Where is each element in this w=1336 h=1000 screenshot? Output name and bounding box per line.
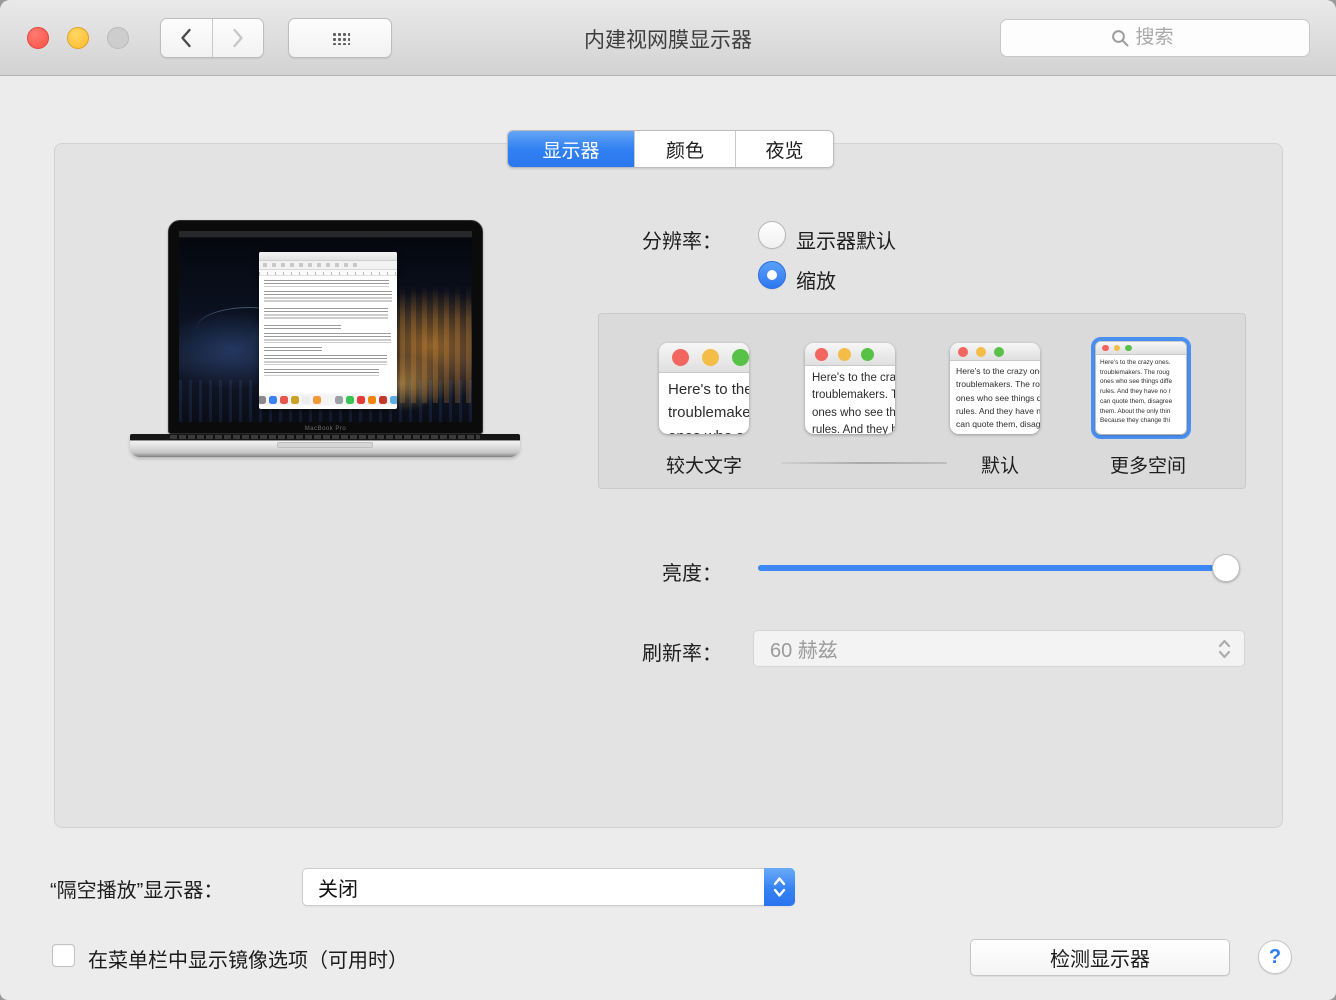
tab-night-shift[interactable]: 夜览: [735, 131, 833, 167]
traffic-green-icon: [994, 347, 1004, 357]
traffic-green-icon: [732, 349, 749, 366]
radio-default-for-display[interactable]: [758, 221, 786, 249]
traffic-red-icon: [815, 348, 828, 361]
search-field[interactable]: [1000, 19, 1310, 57]
popup-button-cap[interactable]: [764, 868, 795, 906]
mini-window-titlebar: [1096, 342, 1186, 355]
label-default: 默认: [950, 451, 1050, 478]
macbook-preview: MacBook Pro: [130, 212, 520, 460]
traffic-red-icon: [1102, 345, 1109, 352]
scale-option-2[interactable]: Here's to the crazy ones.troublemakers. …: [805, 343, 895, 434]
chevron-left-icon: [178, 27, 194, 49]
mini-doc-toolbar: [259, 261, 397, 270]
mini-window-text: Here's to the crazy ones.troublemakers. …: [1096, 355, 1186, 426]
label-more-space: 更多空间: [1080, 451, 1216, 478]
search-input[interactable]: [1136, 27, 1200, 49]
macbook-base: [130, 434, 520, 457]
resolution-label: 分辨率：: [500, 225, 722, 254]
label-larger-text: 较大文字: [652, 451, 756, 478]
traffic-red-icon: [672, 349, 689, 366]
help-button[interactable]: ?: [1258, 940, 1292, 974]
back-button[interactable]: [161, 19, 213, 57]
airplay-label: “隔空播放”显示器：: [50, 874, 295, 903]
stepper-chevrons-icon: [1217, 637, 1232, 661]
tab-color[interactable]: 颜色: [634, 131, 735, 167]
close-button[interactable]: [27, 27, 49, 49]
tab-bar: 显示器 颜色 夜览: [507, 130, 834, 168]
traffic-red-icon: [958, 347, 968, 357]
scale-option-more-space-selected[interactable]: Here's to the crazy ones.troublemakers. …: [1091, 337, 1191, 439]
brightness-slider-thumb[interactable]: [1212, 554, 1240, 582]
titlebar: 内建视网膜显示器: [0, 0, 1336, 76]
traffic-yellow-icon: [1114, 345, 1121, 352]
minimize-button[interactable]: [67, 27, 89, 49]
scale-option-default[interactable]: Here's to the crazy ones.troublemakers. …: [950, 343, 1040, 434]
brightness-slider-fill: [758, 565, 1240, 571]
document-text-lines: [259, 276, 397, 384]
refresh-rate-select-disabled: 60 赫兹: [753, 630, 1245, 667]
search-icon: [1111, 29, 1130, 48]
mini-document-window: [259, 252, 397, 409]
refresh-rate-value: 60 赫兹: [754, 634, 838, 663]
airplay-select[interactable]: 关闭: [302, 868, 795, 906]
scale-divider-line: [781, 462, 947, 464]
stepper-chevrons-icon: [772, 874, 787, 900]
detect-displays-button[interactable]: 检测显示器: [970, 939, 1230, 976]
mini-window: Here's to the crazy ones.troublemakers. …: [1096, 342, 1186, 434]
mini-window-text: Here's to the crazy ones.troublemakers. …: [659, 373, 749, 434]
traffic-yellow-icon: [838, 348, 851, 361]
traffic-yellow-icon: [976, 347, 986, 357]
dock-icons: [259, 393, 397, 406]
grid-icon: [331, 31, 350, 45]
zoom-button-disabled: [107, 27, 129, 49]
show-all-button[interactable]: [288, 18, 392, 58]
tab-display[interactable]: 显示器: [508, 131, 634, 167]
macbook-trackpad: [277, 442, 373, 448]
mini-window-titlebar: [659, 343, 749, 373]
wallpaper: [179, 231, 472, 422]
traffic-green-icon: [1125, 345, 1132, 352]
macbook-keyboard: [170, 435, 480, 439]
mini-menubar: [179, 231, 472, 238]
traffic-yellow-icon: [702, 349, 719, 366]
mini-doc-titlebar: [259, 252, 397, 261]
navigation-buttons: [160, 18, 264, 58]
radio-scaled[interactable]: [758, 261, 786, 289]
refresh-rate-label: 刷新率：: [560, 637, 722, 666]
radio-scaled-label: 缩放: [796, 265, 836, 294]
system-preferences-window: 内建视网膜显示器 显示器 颜色 夜览: [0, 0, 1336, 1000]
scale-option-larger-text[interactable]: Here's to the crazy ones.troublemakers. …: [659, 343, 749, 434]
airplay-value: 关闭: [303, 873, 358, 902]
brightness-slider[interactable]: [758, 565, 1240, 571]
traffic-green-icon: [861, 348, 874, 361]
mini-window-text: Here's to the crazy ones.troublemakers. …: [805, 366, 895, 434]
radio-default-label: 显示器默认: [796, 225, 896, 254]
mini-window-text: Here's to the crazy ones.troublemakers. …: [950, 361, 1040, 434]
mini-window-titlebar: [950, 343, 1040, 361]
mirroring-checkbox[interactable]: [52, 944, 75, 967]
macbook-model-label: MacBook Pro: [169, 426, 482, 432]
chevron-right-icon: [230, 27, 246, 49]
brightness-label: 亮度：: [560, 557, 722, 586]
mini-window-titlebar: [805, 343, 895, 366]
mirroring-checkbox-label: 在菜单栏中显示镜像选项（可用时）: [88, 944, 408, 973]
forward-button: [213, 19, 264, 57]
macbook-screen: MacBook Pro: [168, 220, 483, 434]
